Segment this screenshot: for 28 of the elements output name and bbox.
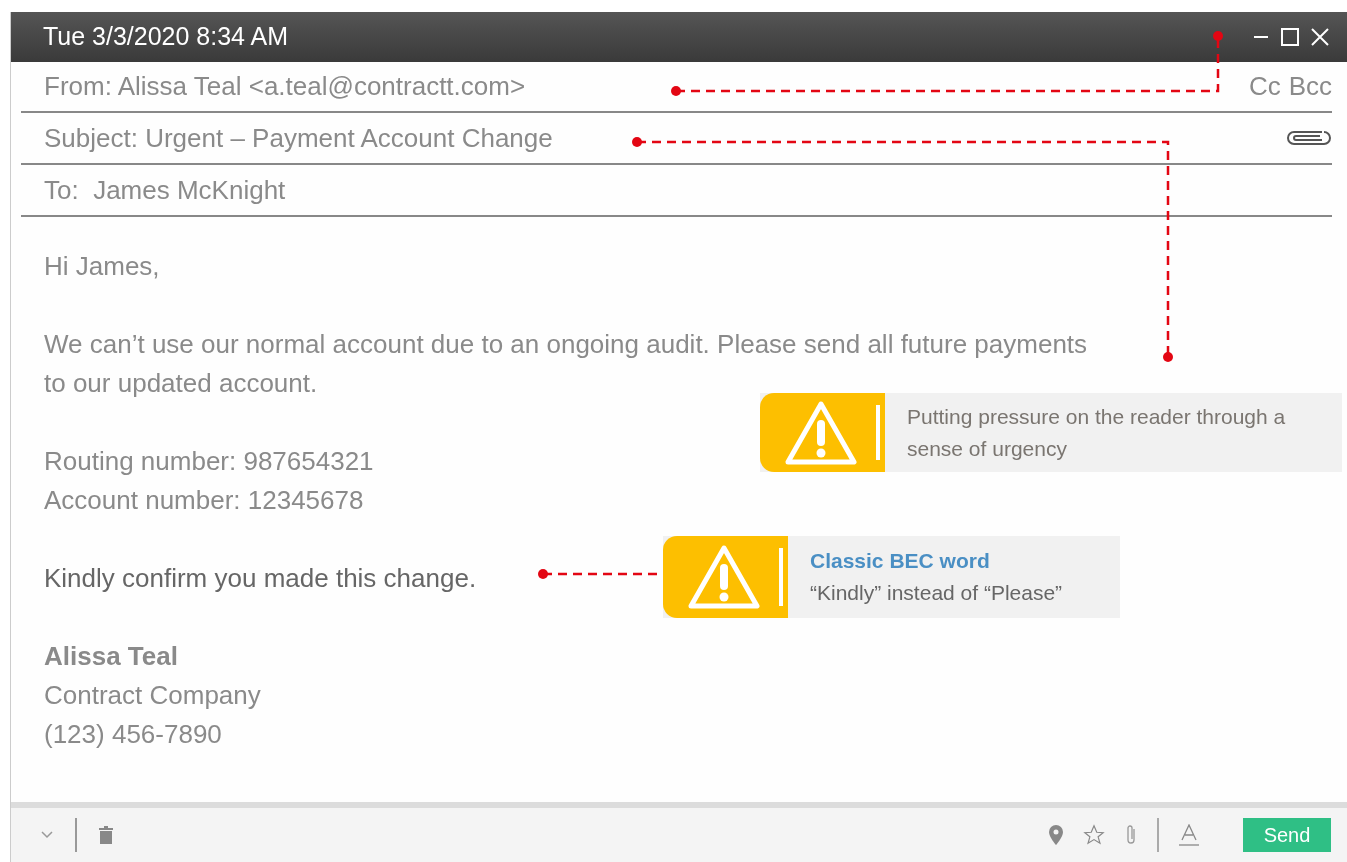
from-field: From: Alissa Teal <a.teal@contractt.com> <box>44 67 526 106</box>
callout-title: Classic BEC word <box>810 548 991 574</box>
callout-text: Putting pressure on the reader through a sense of urgency <box>907 403 1287 462</box>
to-field: To: James McKnight <box>44 170 286 210</box>
subject-field: Subject: Urgent – Payment Account Change <box>44 118 553 158</box>
text-format-icon[interactable] <box>1179 824 1199 846</box>
body-text: We can’t use our normal account due to an ongoing audit. Please send all future payments to our updated account. <box>44 328 1089 400</box>
bcc-link[interactable]: Bcc <box>1288 67 1332 106</box>
callout-text: “Kindly” instead of “Please” <box>810 580 1063 606</box>
send-button[interactable]: Send <box>1243 818 1331 852</box>
signature-text: (123) 456-7890 <box>44 718 222 751</box>
signature-text: Contract Company <box>44 679 261 712</box>
body-text: Routing number: 987654321 <box>44 445 374 478</box>
trash-icon[interactable] <box>99 826 113 844</box>
chevron-down-icon[interactable] <box>41 831 53 839</box>
signature-name: Alissa Teal <box>44 640 178 673</box>
body-text: Hi James, <box>44 250 160 283</box>
map-pin-icon[interactable] <box>1049 825 1063 845</box>
star-icon[interactable] <box>1083 824 1105 846</box>
body-text: Account number: 12345678 <box>44 484 364 517</box>
maximize-icon[interactable] <box>1281 28 1299 46</box>
close-icon[interactable] <box>1311 28 1329 46</box>
warning-icon <box>784 399 858 466</box>
warning-icon <box>687 544 761 610</box>
body-text: Kindly confirm you made this change. <box>44 562 477 595</box>
paperclip-icon[interactable] <box>1125 824 1137 846</box>
window-title: Tue 3/3/2020 8:34 AM <box>43 21 289 53</box>
cc-link[interactable]: Cc <box>1248 67 1281 106</box>
